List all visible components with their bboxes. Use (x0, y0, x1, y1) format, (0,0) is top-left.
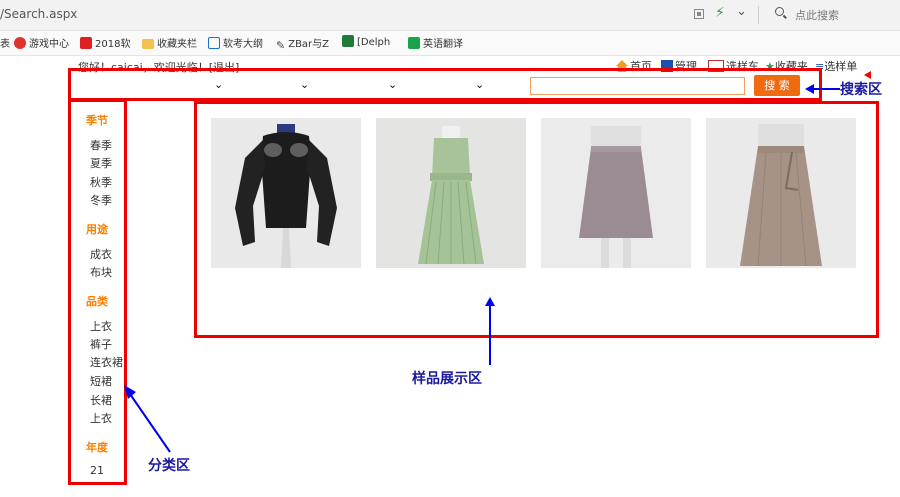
sidebar-item-long-skirt[interactable]: 长裙 (90, 392, 112, 408)
bookmark-zbar[interactable]: ✎ ZBar与Z (276, 35, 329, 52)
sidebar-group-year: 年度 (86, 441, 108, 454)
qr-icon[interactable] (694, 9, 704, 19)
sidebar-item-dress[interactable]: 连衣裙 (90, 354, 123, 370)
game-icon (14, 37, 26, 49)
sidebar-item-2021[interactable]: 21 (90, 464, 104, 477)
bookmark-translate[interactable]: 英语翻译 (408, 35, 463, 50)
plaid-skirt-image (706, 118, 856, 268)
product-card-plaid-skirt[interactable] (706, 118, 856, 268)
chevron-down-icon[interactable]: ⌄ (736, 4, 747, 19)
bookmark-favorites-folder[interactable]: 收藏夹栏 (142, 35, 197, 50)
product-card-gray-skirt[interactable] (541, 118, 691, 268)
display-arrowhead (485, 297, 495, 306)
product-card-green-dress[interactable] (376, 118, 526, 268)
address-bar (0, 0, 900, 31)
search-area-label: 搜索区 (840, 82, 882, 98)
sidebar-item-garment[interactable]: 成衣 (90, 246, 112, 262)
season-dropdown[interactable]: ⌄ (214, 78, 223, 91)
category-arrow (124, 385, 171, 453)
url-text[interactable]: /Search.aspx (0, 7, 77, 21)
black-blouse-image (211, 118, 361, 268)
green-dress-image (376, 118, 526, 268)
browser-search-input[interactable]: 点此搜索 (795, 7, 839, 23)
sidebar-item-short-skirt[interactable]: 短裙 (90, 373, 112, 389)
display-area-label: 样品展示区 (412, 371, 482, 387)
sidebar-item-winter[interactable]: 冬季 (90, 192, 112, 208)
search-arrow (812, 88, 840, 90)
ie-icon (208, 37, 220, 49)
bookmark-delphi[interactable]: [Delph (342, 35, 390, 48)
house-icon (342, 35, 354, 47)
search-button[interactable]: 搜 索 (754, 75, 800, 96)
sidebar-group-category: 品类 (86, 295, 108, 308)
sidebar-item-fabric[interactable]: 布块 (90, 264, 112, 280)
c-logo-icon (408, 37, 420, 49)
sidebar-group-usage: 用途 (86, 223, 108, 236)
bookmark-2018[interactable]: 2018软 (80, 35, 130, 50)
c-logo-icon (80, 37, 92, 49)
sidebar-item-pants[interactable]: 裤子 (90, 336, 112, 352)
red-marker (864, 71, 871, 79)
divider (758, 6, 759, 24)
product-card-black-blouse[interactable] (211, 118, 361, 268)
folder-icon (142, 39, 154, 49)
search-icon[interactable] (775, 7, 784, 16)
bookmark-game-center[interactable]: 游戏中心 (14, 35, 69, 50)
bookmark-fragment[interactable]: 表 (0, 35, 10, 50)
bookmark-exam-outline[interactable]: 软考大纲 (208, 35, 263, 50)
sidebar-item-top-2[interactable]: 上衣 (90, 410, 112, 426)
usage-dropdown[interactable]: ⌄ (300, 78, 309, 91)
category-dropdown[interactable]: ⌄ (388, 78, 397, 91)
search-input[interactable] (530, 77, 745, 95)
sidebar-item-autumn[interactable]: 秋季 (90, 174, 112, 190)
display-arrow (489, 303, 491, 365)
sidebar-item-top[interactable]: 上衣 (90, 318, 112, 334)
lightning-icon[interactable]: ⚡ (715, 5, 725, 21)
sidebar-item-summer[interactable]: 夏季 (90, 155, 112, 171)
sidebar-group-season: 季节 (86, 114, 108, 127)
gray-skirt-image (541, 118, 691, 268)
search-arrowhead (805, 84, 814, 94)
sidebar-item-spring[interactable]: 春季 (90, 137, 112, 153)
wrench-icon: ✎ (276, 39, 286, 52)
year-dropdown[interactable]: ⌄ (475, 78, 484, 91)
category-area-label: 分类区 (148, 458, 190, 474)
